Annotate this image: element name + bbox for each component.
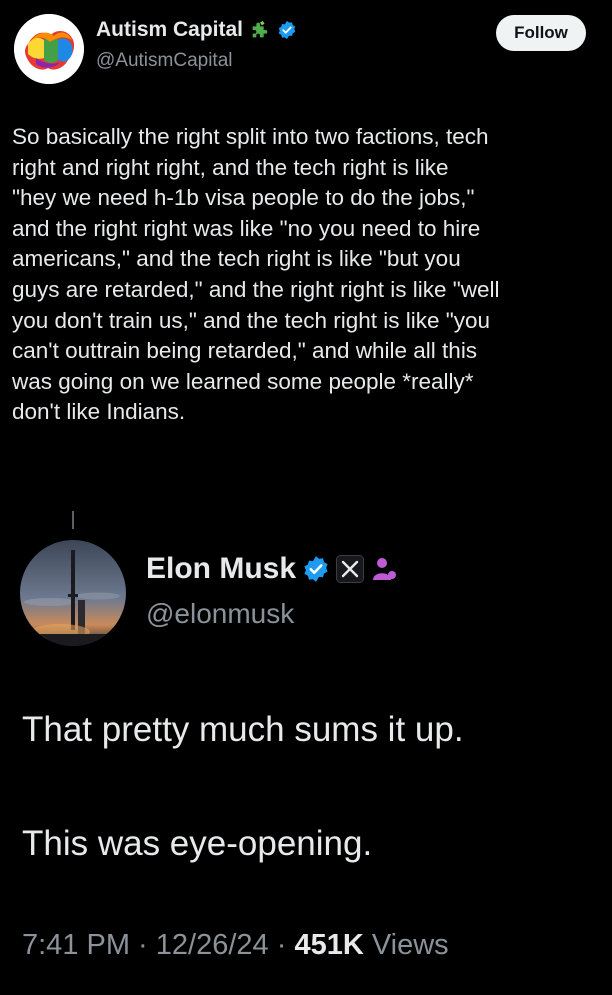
meta-separator: · xyxy=(268,929,295,961)
verified-badge-icon xyxy=(304,556,328,582)
tweet-meta-row: 7:41 PM · 12/26/24 · 451K Views xyxy=(22,929,449,962)
quoted-text-line: right and right right, and the tech righ… xyxy=(12,154,449,180)
x-logo-icon xyxy=(336,555,365,583)
quoted-author-handle[interactable]: @AutismCapital xyxy=(96,50,233,72)
views-count[interactable]: 451K xyxy=(294,929,363,962)
quoted-author-name[interactable]: Autism Capital xyxy=(96,18,243,42)
quoted-text-line: was going on we learned some people *rea… xyxy=(12,368,474,394)
main-author-row: Elon Musk xyxy=(146,552,398,586)
elon-musk-avatar[interactable] xyxy=(20,540,126,646)
quoted-text-line: So basically the right split into two fa… xyxy=(12,124,489,149)
quoted-text-line: can't outtrain being retarded," and whil… xyxy=(12,338,478,364)
autism-capital-avatar[interactable] xyxy=(14,14,84,84)
main-tweet-text-line: That pretty much sums it up. xyxy=(22,710,464,749)
follow-button[interactable]: Follow xyxy=(496,15,586,51)
rocket-launch-photo-icon xyxy=(20,540,126,646)
quoted-author-row: Autism Capital xyxy=(96,18,297,42)
quoted-text-line: guys are retarded," and the right right … xyxy=(12,276,500,302)
quoted-text-line: don't like Indians. xyxy=(12,399,186,425)
verified-badge-icon xyxy=(278,20,296,40)
person-icon xyxy=(373,558,397,580)
quoted-text-line: you don't train us," and the tech right … xyxy=(12,307,491,333)
puzzle-icon xyxy=(252,20,268,38)
main-tweet-text-line: This was eye-opening. xyxy=(22,824,373,863)
tweet-time[interactable]: 7:41 PM xyxy=(22,929,130,962)
quoted-text-line: and the right right was like "no you nee… xyxy=(12,215,481,241)
tweet-date[interactable]: 12/26/24 xyxy=(156,929,269,962)
main-author-handle[interactable]: @elonmusk xyxy=(146,598,294,630)
meta-separator: · xyxy=(130,929,156,961)
quoted-tweet-text: So basically the right split into two fa… xyxy=(12,122,600,428)
quoted-text-line: americans," and the tech right is like "… xyxy=(12,246,461,272)
rainbow-puzzle-logo-icon xyxy=(14,14,84,84)
views-label: Views xyxy=(363,929,449,961)
thread-connector-line xyxy=(72,511,74,529)
quoted-text-line: "hey we need h-1b visa people to do the … xyxy=(12,185,475,211)
main-author-name[interactable]: Elon Musk xyxy=(146,552,296,586)
